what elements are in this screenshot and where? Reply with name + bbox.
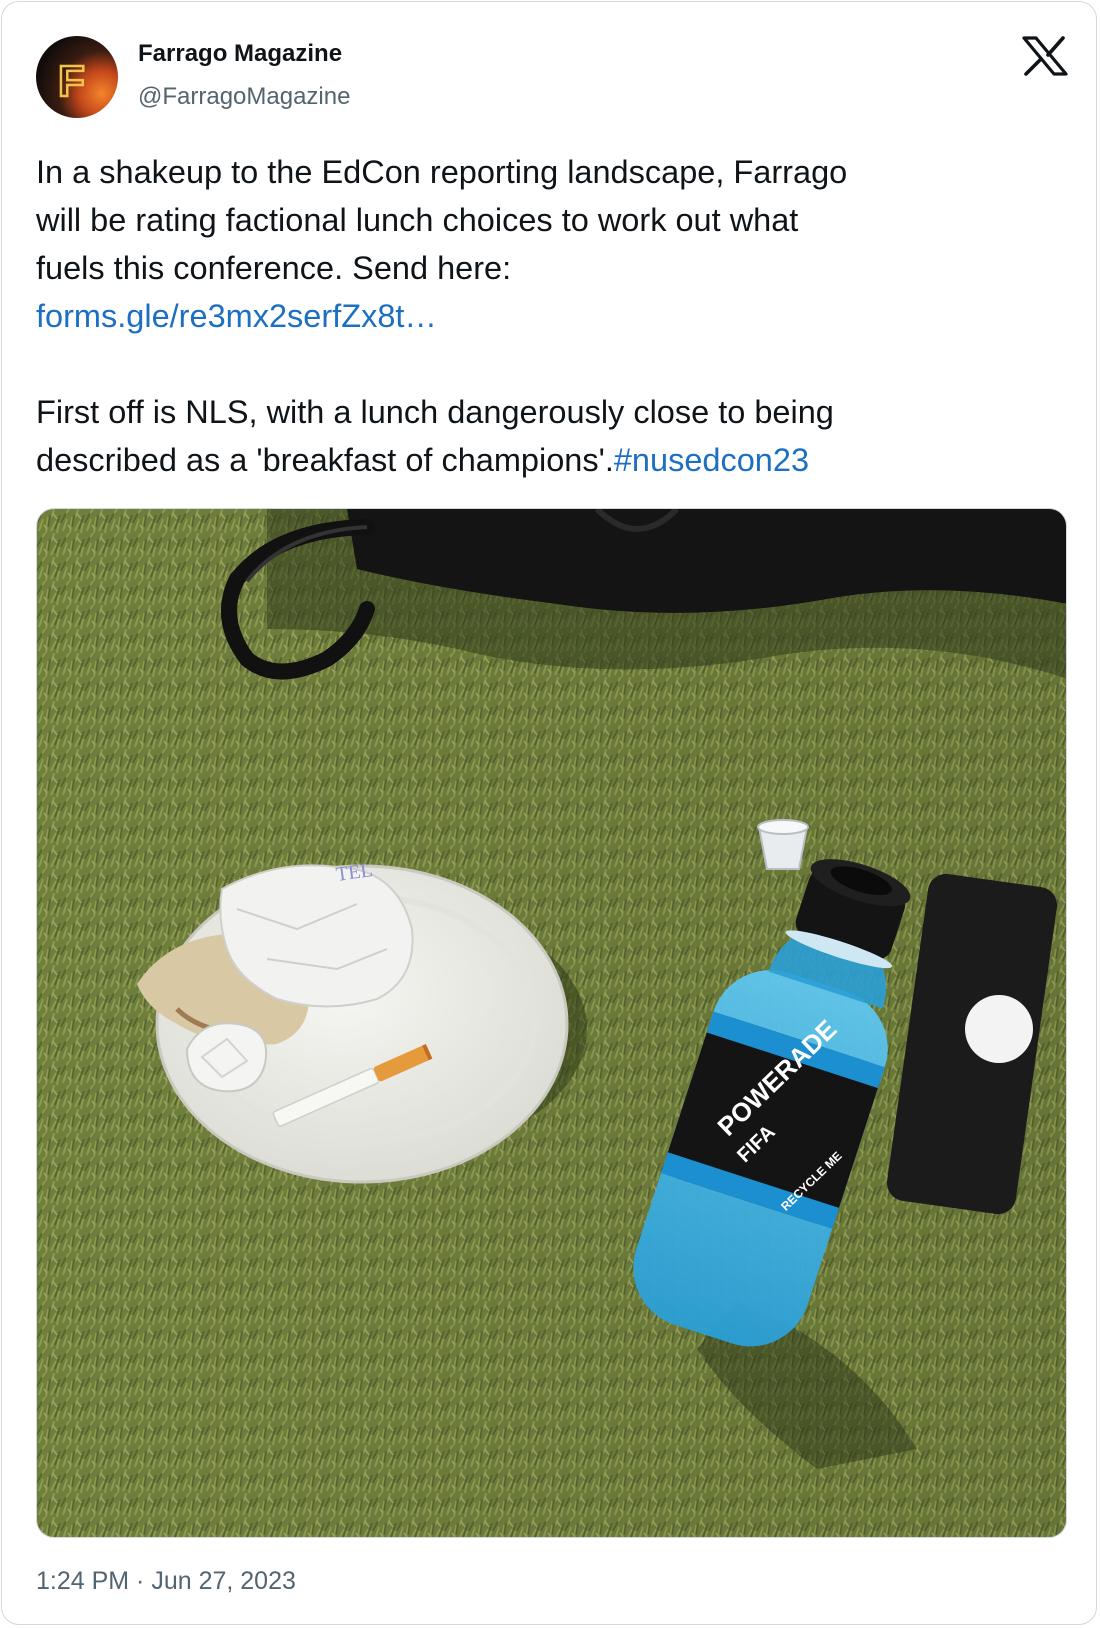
author-avatar[interactable]: F xyxy=(36,36,118,118)
tweet-text-line: fuels this conference. Send here: xyxy=(36,250,512,286)
tweet-photo[interactable]: TEL POWERADE FIFA RECYCLE ME xyxy=(36,508,1067,1538)
tweet-text-line: will be rating factional lunch choices t… xyxy=(36,202,799,238)
tweet-timestamp[interactable]: 1:24 PM · Jun 27, 2023 xyxy=(36,1567,296,1596)
x-logo-icon[interactable] xyxy=(1021,36,1069,76)
author-name[interactable]: Farrago Magazine xyxy=(138,40,342,68)
tweet-card: F Farrago Magazine @FarragoMagazine In a… xyxy=(1,1,1097,1625)
hashtag-link[interactable]: #nusedcon23 xyxy=(614,442,809,478)
tweet-text-line: First off is NLS, with a lunch dangerous… xyxy=(36,394,834,430)
author-handle[interactable]: @FarragoMagazine xyxy=(138,83,350,111)
form-link[interactable]: forms.gle/re3mx2serfZx8t… xyxy=(36,298,437,334)
photo-illustration: TEL POWERADE FIFA RECYCLE ME xyxy=(37,509,1066,1537)
tweet-text-line: described as a 'breakfast of champions'. xyxy=(36,442,614,478)
avatar-letter: F xyxy=(58,57,85,106)
tweet-text-line: In a shakeup to the EdCon reporting land… xyxy=(36,154,848,190)
tweet-text: In a shakeup to the EdCon reporting land… xyxy=(36,148,1066,484)
avatar-image: F xyxy=(36,36,118,118)
